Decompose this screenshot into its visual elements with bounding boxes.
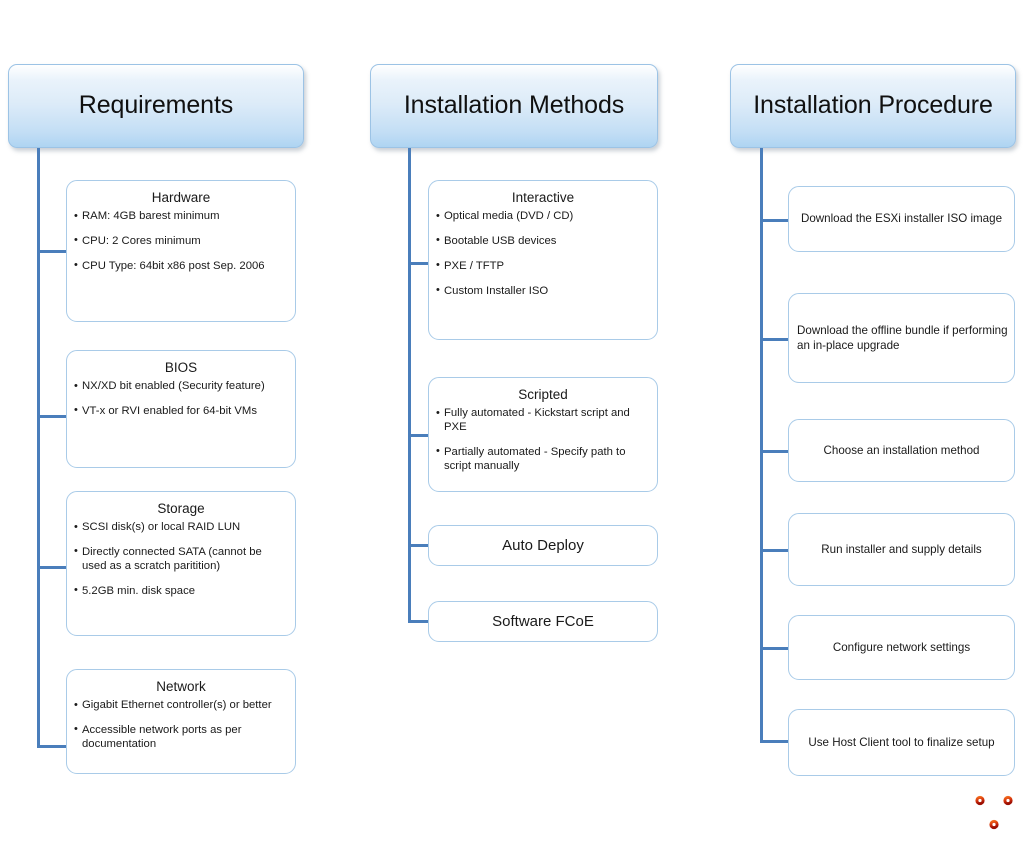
node-step-5[interactable]: Configure network settings bbox=[788, 615, 1015, 680]
list-item: CPU: 2 Cores minimum bbox=[74, 234, 287, 249]
list-item: Fully automated - Kickstart script and P… bbox=[436, 407, 649, 435]
node-step-2[interactable]: Download the offline bundle if performin… bbox=[788, 293, 1015, 383]
node-title-storage: Storage bbox=[157, 501, 205, 516]
branching-network-logo-icon bbox=[975, 795, 1013, 830]
list-item: CPU Type: 64bit x86 post Sep. 2006 bbox=[74, 259, 287, 274]
step-label-2: Download the offline bundle if performin… bbox=[797, 323, 1008, 352]
connector-branch-step-3 bbox=[760, 450, 790, 453]
step-label-6: Use Host Client tool to finalize setup bbox=[808, 735, 995, 749]
header-box-requirements[interactable]: Requirements bbox=[8, 64, 304, 148]
header-label-requirements: Requirements bbox=[78, 91, 234, 120]
connector-trunk-requirements bbox=[37, 148, 40, 748]
list-item: Directly connected SATA (cannot be used … bbox=[74, 545, 287, 574]
connector-branch-step-1 bbox=[760, 219, 790, 222]
branching-network-logo bbox=[972, 792, 1016, 836]
connector-branch-storage bbox=[37, 566, 68, 569]
node-bullets-hardware: RAM: 4GB barest minimum CPU: 2 Cores min… bbox=[67, 210, 295, 273]
node-title-hardware: Hardware bbox=[151, 190, 211, 205]
list-item: 5.2GB min. disk space bbox=[74, 584, 287, 599]
list-item: Gigabit Ethernet controller(s) or better bbox=[74, 699, 287, 713]
node-title-interactive: Interactive bbox=[511, 190, 575, 205]
connector-branch-bios bbox=[37, 415, 68, 418]
node-hardware[interactable]: Hardware RAM: 4GB barest minimum CPU: 2 … bbox=[66, 180, 296, 322]
header-box-installation-procedure[interactable]: Installation Procedure bbox=[730, 64, 1016, 148]
connector-trunk-installation-procedure bbox=[760, 148, 763, 742]
connector-branch-network bbox=[37, 745, 68, 748]
node-interactive[interactable]: Interactive Optical media (DVD / CD) Boo… bbox=[428, 180, 658, 340]
node-title-network: Network bbox=[156, 679, 206, 694]
node-storage[interactable]: Storage SCSI disk(s) or local RAID LUN D… bbox=[66, 491, 296, 636]
header-box-installation-methods[interactable]: Installation Methods bbox=[370, 64, 658, 148]
connector-trunk-installation-methods bbox=[408, 148, 411, 623]
connector-branch-auto-deploy bbox=[408, 544, 430, 547]
list-item: Optical media (DVD / CD) bbox=[436, 210, 649, 224]
node-step-1[interactable]: Download the ESXi installer ISO image bbox=[788, 186, 1015, 252]
connector-branch-step-4 bbox=[760, 549, 790, 552]
header-label-installation-methods: Installation Methods bbox=[403, 91, 625, 120]
connector-branch-step-2 bbox=[760, 338, 790, 341]
connector-branch-step-5 bbox=[760, 647, 790, 650]
step-label-1: Download the ESXi installer ISO image bbox=[800, 212, 1003, 226]
node-step-3[interactable]: Choose an installation method bbox=[788, 419, 1015, 482]
header-label-installation-procedure: Installation Procedure bbox=[753, 91, 993, 120]
node-auto-deploy[interactable]: Auto Deploy bbox=[428, 525, 658, 566]
node-bullets-scripted: Fully automated - Kickstart script and P… bbox=[429, 407, 657, 473]
list-item: Bootable USB devices bbox=[436, 234, 649, 249]
list-item: RAM: 4GB barest minimum bbox=[74, 210, 287, 224]
step-label-4: Run installer and supply details bbox=[821, 542, 982, 556]
list-item: Accessible network ports as per document… bbox=[74, 723, 287, 752]
connector-branch-scripted bbox=[408, 434, 430, 437]
node-bullets-network: Gigabit Ethernet controller(s) or better… bbox=[67, 699, 295, 751]
list-item: PXE / TFTP bbox=[436, 259, 649, 274]
list-item: SCSI disk(s) or local RAID LUN bbox=[74, 521, 287, 535]
node-software-fcoe[interactable]: Software FCoE bbox=[428, 601, 658, 642]
node-scripted[interactable]: Scripted Fully automated - Kickstart scr… bbox=[428, 377, 658, 492]
node-title-auto-deploy: Auto Deploy bbox=[502, 536, 584, 554]
step-label-3: Choose an installation method bbox=[823, 443, 980, 457]
node-bullets-bios: NX/XD bit enabled (Security feature) VT-… bbox=[67, 380, 295, 419]
list-item: Custom Installer ISO bbox=[436, 284, 649, 299]
connector-branch-hardware bbox=[37, 250, 68, 253]
node-step-6[interactable]: Use Host Client tool to finalize setup bbox=[788, 709, 1015, 776]
node-bullets-interactive: Optical media (DVD / CD) Bootable USB de… bbox=[429, 210, 657, 298]
connector-branch-software-fcoe bbox=[408, 620, 430, 623]
list-item: NX/XD bit enabled (Security feature) bbox=[74, 380, 287, 394]
node-network[interactable]: Network Gigabit Ethernet controller(s) o… bbox=[66, 669, 296, 774]
connector-branch-interactive bbox=[408, 262, 430, 265]
node-title-software-fcoe: Software FCoE bbox=[492, 612, 594, 630]
node-title-scripted: Scripted bbox=[518, 387, 568, 402]
connector-branch-step-6 bbox=[760, 740, 790, 743]
node-step-4[interactable]: Run installer and supply details bbox=[788, 513, 1015, 586]
list-item: Partially automated - Specify path to sc… bbox=[436, 445, 649, 474]
node-title-bios: BIOS bbox=[164, 360, 198, 375]
list-item: VT-x or RVI enabled for 64-bit VMs bbox=[74, 404, 287, 419]
diagram-canvas: Requirements Hardware RAM: 4GB barest mi… bbox=[0, 0, 1024, 837]
node-bios[interactable]: BIOS NX/XD bit enabled (Security feature… bbox=[66, 350, 296, 468]
step-label-5: Configure network settings bbox=[832, 640, 971, 654]
node-bullets-storage: SCSI disk(s) or local RAID LUN Directly … bbox=[67, 521, 295, 598]
